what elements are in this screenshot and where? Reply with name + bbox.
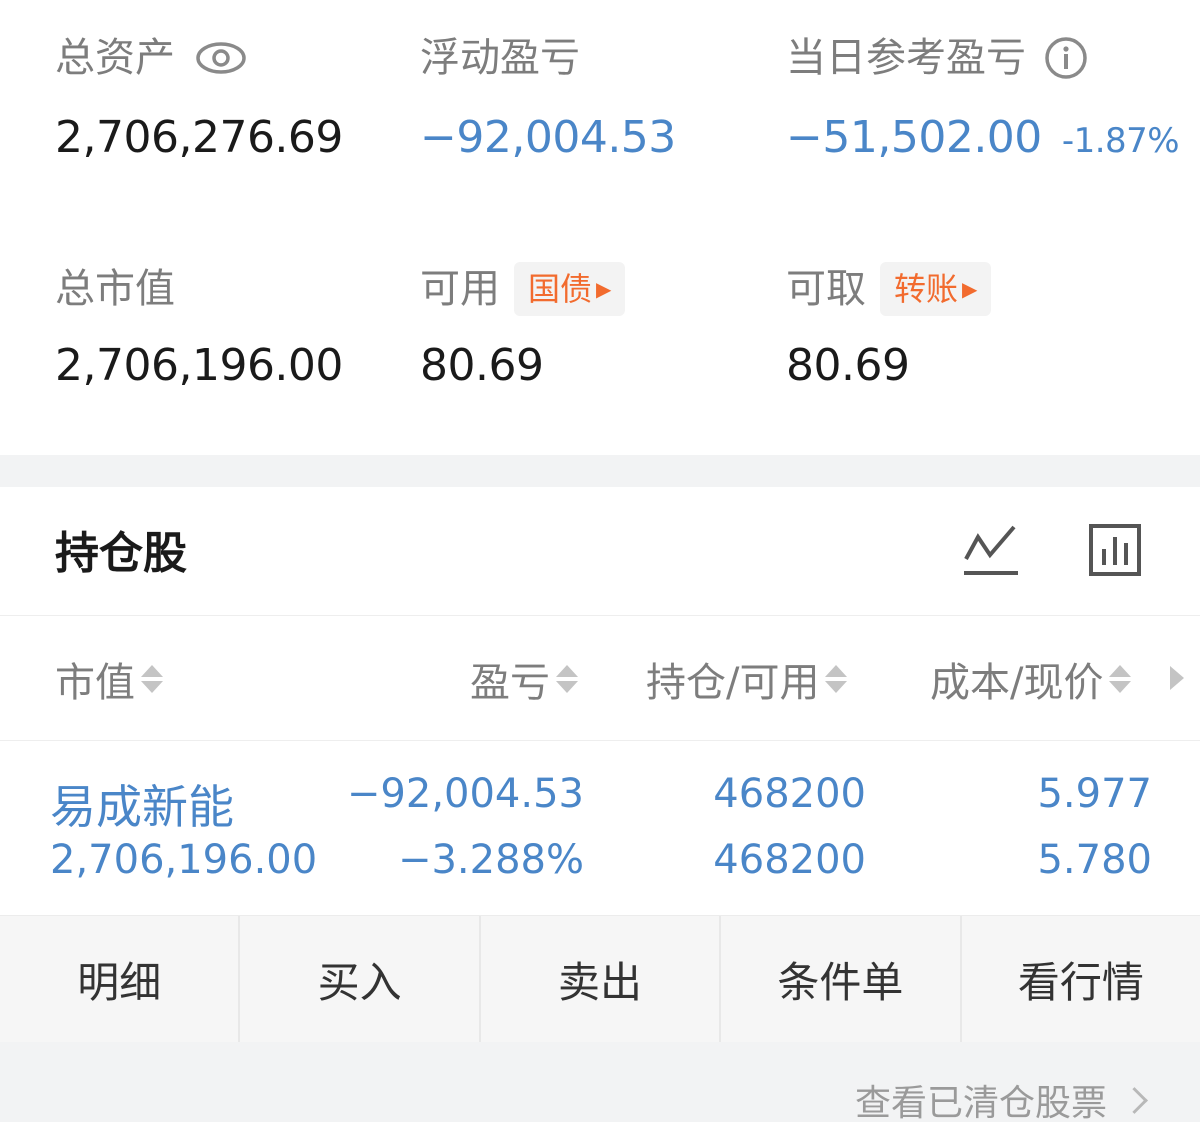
column-market-value[interactable]: 市值 [55, 650, 163, 708]
column-cost-price-label: 成本/现价 [930, 660, 1104, 706]
column-cost-price[interactable]: 成本/现价 [930, 650, 1132, 708]
daily-pl-pct: -1.87% [1061, 121, 1180, 161]
position-actions: 明细 买入 卖出 条件单 看行情 [0, 915, 1200, 1042]
column-market-value-label: 市值 [55, 660, 135, 706]
conditional-order-button[interactable]: 条件单 [721, 916, 962, 1042]
sort-icon [556, 665, 578, 693]
floating-pl-label: 浮动盈亏 [420, 35, 580, 81]
section-divider [0, 455, 1200, 487]
column-holding[interactable]: 持仓/可用 [646, 650, 848, 708]
total-assets-value: 2,706,276.69 [55, 112, 343, 163]
market-value-block: 总市值 2,706,196.00 [55, 262, 343, 392]
positions-title: 持仓股 [55, 528, 187, 579]
line-chart-icon[interactable] [962, 523, 1020, 579]
stock-price: 5.780 [1037, 837, 1152, 883]
stock-name: 易成新能 [50, 780, 234, 834]
play-arrow-icon: ▶ [596, 277, 612, 301]
daily-pl-value: −51,502.00 [786, 112, 1042, 163]
floating-pl-block: 浮动盈亏 −92,004.53 [420, 34, 676, 164]
info-icon[interactable] [1044, 36, 1088, 80]
eye-icon[interactable] [195, 40, 247, 76]
transfer-label: 转账 [894, 270, 959, 308]
available-value: 80.69 [420, 340, 544, 391]
bar-chart-icon[interactable] [1088, 523, 1142, 577]
available-block: 可用 国债 ▶ 80.69 [420, 262, 626, 392]
sort-icon [1109, 665, 1132, 693]
total-assets-label: 总资产 [55, 35, 175, 81]
column-holding-label: 持仓/可用 [646, 660, 820, 706]
market-value-value: 2,706,196.00 [55, 340, 343, 391]
withdrawable-value: 80.69 [786, 340, 910, 391]
stock-holding: 468200 [713, 771, 866, 817]
market-value-label: 总市值 [55, 266, 175, 312]
positions-header: 持仓股 [0, 487, 1200, 616]
view-cleared-stocks-label: 查看已清仓股票 [854, 1083, 1107, 1124]
daily-pl-block: 当日参考盈亏 −51,502.00 -1.87% [786, 34, 1180, 167]
daily-pl-label: 当日参考盈亏 [786, 35, 1026, 81]
transfer-button[interactable]: 转账 ▶ [880, 262, 992, 316]
stock-cost: 5.977 [1037, 771, 1152, 817]
scroll-right-icon[interactable] [1170, 666, 1184, 690]
view-quote-button[interactable]: 看行情 [962, 916, 1200, 1042]
total-assets-block: 总资产 2,706,276.69 [55, 34, 343, 164]
floating-pl-value: −92,004.53 [420, 112, 676, 163]
buy-button[interactable]: 买入 [240, 916, 481, 1042]
chevron-right-icon [1121, 1086, 1148, 1114]
treasury-bond-button[interactable]: 国债 ▶ [514, 262, 626, 316]
positions-column-header: 市值 盈亏 持仓/可用 成本/现价 [0, 616, 1200, 741]
footer: 查看已清仓股票 [0, 1042, 1200, 1124]
play-arrow-icon: ▶ [962, 277, 978, 301]
table-row[interactable]: 易成新能 2,706,196.00 −92,004.53 −3.288% 468… [0, 741, 1200, 915]
column-pl[interactable]: 盈亏 [470, 650, 578, 708]
stock-available: 468200 [713, 837, 866, 883]
view-cleared-stocks-link[interactable]: 查看已清仓股票 [854, 1074, 1148, 1126]
sell-button[interactable]: 卖出 [481, 916, 722, 1042]
withdrawable-label: 可取 [786, 266, 866, 312]
asset-summary: 总资产 2,706,276.69 浮动盈亏 −92,004.53 当日参考盈亏 … [0, 0, 1200, 455]
column-pl-label: 盈亏 [470, 660, 550, 706]
treasury-bond-label: 国债 [528, 270, 593, 308]
detail-button[interactable]: 明细 [0, 916, 241, 1042]
withdrawable-block: 可取 转账 ▶ 80.69 [786, 262, 992, 392]
stock-pl: −92,004.53 [346, 771, 584, 817]
stock-pl-pct: −3.288% [397, 837, 584, 883]
sort-icon [141, 665, 163, 693]
available-label: 可用 [420, 266, 500, 312]
sort-icon [825, 665, 848, 693]
stock-market-value: 2,706,196.00 [50, 837, 318, 883]
